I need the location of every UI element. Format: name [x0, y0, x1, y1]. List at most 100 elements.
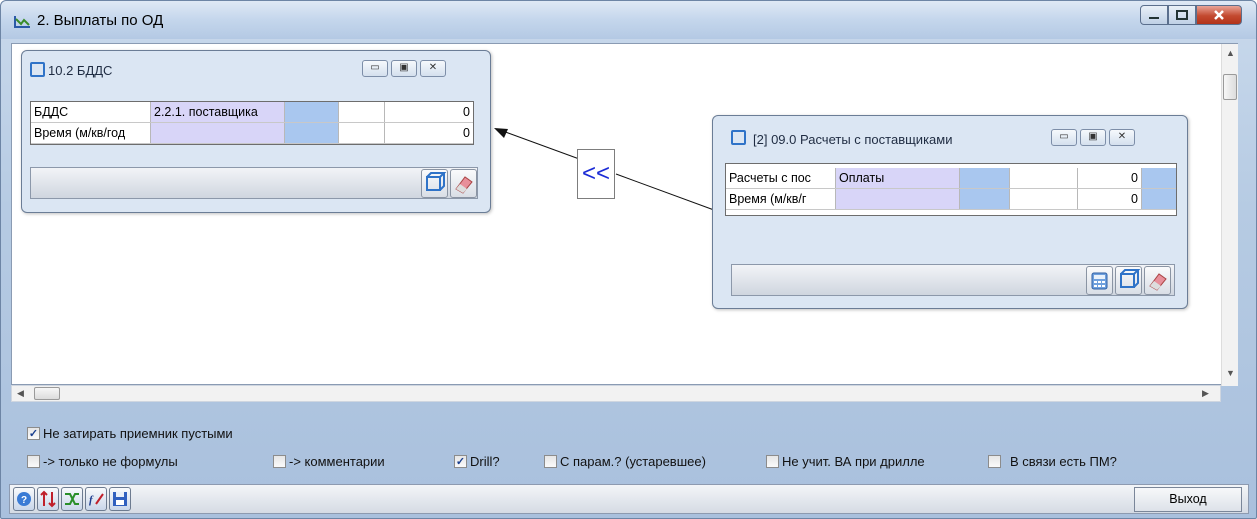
- checkbox-checked[interactable]: ✓: [454, 455, 467, 468]
- row-blue-cell[interactable]: [960, 168, 1010, 188]
- vertical-scrollbar[interactable]: ▲ ▼: [1221, 44, 1238, 386]
- row-value[interactable]: 2.2.1. поставщика: [151, 102, 285, 122]
- checkbox[interactable]: [766, 455, 779, 468]
- table-row: Время (м/кв/год 0: [31, 123, 473, 144]
- shuffle-icon: [65, 493, 79, 505]
- save-button[interactable]: [109, 487, 131, 511]
- subwindow-controls: ▭ ▣ ✕: [1051, 129, 1135, 146]
- cube-icon: [426, 172, 447, 191]
- horizontal-scroll-thumb[interactable]: [34, 387, 60, 400]
- subwindow-title: 10.2 БДДС: [48, 63, 113, 78]
- checkbox[interactable]: [273, 455, 286, 468]
- row-blue-cell[interactable]: [285, 123, 339, 143]
- option-label: -> только не формулы: [43, 454, 178, 469]
- subwindow-minimize-button[interactable]: ▭: [1051, 129, 1077, 146]
- save-icon: [113, 492, 127, 506]
- table-row: Расчеты с пос Оплаты 0: [726, 168, 1176, 189]
- formula-icon: f: [89, 493, 104, 506]
- option-no-overwrite[interactable]: ✓ Не затирать приемник пустыми: [27, 426, 233, 441]
- sort-button[interactable]: [37, 487, 59, 511]
- row-empty-cell[interactable]: [339, 102, 385, 122]
- row-blue-cell[interactable]: [1142, 168, 1176, 188]
- subwindow-maximize-button[interactable]: ▣: [391, 60, 417, 77]
- vertical-scroll-thumb[interactable]: [1223, 74, 1237, 100]
- cube-button[interactable]: [1115, 266, 1142, 295]
- row-empty-cell[interactable]: [1010, 168, 1078, 188]
- row-label: Время (м/кв/год: [31, 123, 151, 143]
- close-button[interactable]: [1196, 5, 1242, 25]
- row-value[interactable]: [151, 123, 285, 143]
- row-value[interactable]: Оплаты: [836, 168, 960, 188]
- checkbox[interactable]: [988, 455, 1001, 468]
- cube-icon: [1120, 269, 1141, 288]
- row-value[interactable]: [836, 189, 960, 209]
- row-label: Расчеты с пос: [726, 168, 836, 188]
- suppliers-grid: Расчеты с пос Оплаты 0 Время (м/кв/г 0: [725, 163, 1177, 216]
- scroll-left-icon[interactable]: ◀: [17, 388, 24, 399]
- subwindow-bdds[interactable]: 10.2 БДДС ▭ ▣ ✕ БДДС 2.2.1. поставщика 0…: [21, 50, 491, 213]
- option-drill[interactable]: ✓ Drill?: [454, 454, 500, 469]
- row-amount[interactable]: 0: [1078, 168, 1142, 188]
- option-ignore-va[interactable]: Не учит. ВА при дрилле: [766, 454, 925, 469]
- maximize-button[interactable]: [1168, 5, 1196, 25]
- eraser-icon: [455, 176, 473, 194]
- checkbox[interactable]: [27, 455, 40, 468]
- cube-icon: [30, 62, 45, 77]
- row-amount[interactable]: 0: [385, 123, 473, 143]
- help-button[interactable]: ?: [13, 487, 35, 511]
- subwindow-maximize-button[interactable]: ▣: [1080, 129, 1106, 146]
- subwindow-controls: ▭ ▣ ✕: [362, 60, 446, 77]
- row-blue-cell[interactable]: [960, 189, 1010, 209]
- row-amount[interactable]: 0: [1078, 189, 1142, 209]
- main-window: 2. Выплаты по ОД ▲ ▼ ◀ ▶ 10.2 БДДС ▭ ▣ ✕…: [0, 0, 1257, 519]
- option-label: Не учит. ВА при дрилле: [782, 454, 925, 469]
- exit-button[interactable]: Выход: [1134, 487, 1242, 512]
- scroll-down-icon[interactable]: ▼: [1226, 368, 1235, 378]
- cube-icon: [731, 130, 746, 145]
- eraser-icon: [1149, 273, 1167, 291]
- checkbox[interactable]: [544, 455, 557, 468]
- minimize-button[interactable]: [1140, 5, 1168, 25]
- svg-text:?: ?: [21, 495, 27, 506]
- row-empty-cell[interactable]: [339, 123, 385, 143]
- row-empty-cell[interactable]: [1010, 189, 1078, 209]
- link-direction-button[interactable]: <<: [577, 149, 615, 199]
- eraser-button[interactable]: [1144, 266, 1171, 295]
- table-row: Время (м/кв/г 0: [726, 189, 1176, 210]
- row-amount[interactable]: 0: [385, 102, 473, 122]
- title-bar: 2. Выплаты по ОД: [1, 1, 1256, 39]
- subwindow-close-button[interactable]: ✕: [420, 60, 446, 77]
- close-icon: [1214, 10, 1224, 20]
- option-label: -> комментарии: [289, 454, 385, 469]
- horizontal-scrollbar[interactable]: ◀ ▶: [11, 385, 1221, 402]
- svg-text:f: f: [89, 494, 94, 506]
- option-label: В связи есть ПМ?: [1010, 454, 1117, 469]
- help-icon: ?: [17, 492, 31, 506]
- option-only-non-formulas[interactable]: -> только не формулы: [27, 454, 178, 469]
- row-label: БДДС: [31, 102, 151, 122]
- checkbox-checked[interactable]: ✓: [27, 427, 40, 440]
- eraser-button[interactable]: [450, 169, 477, 198]
- shuffle-button[interactable]: [61, 487, 83, 511]
- cube-button[interactable]: [421, 169, 448, 198]
- window-controls: [1140, 5, 1242, 25]
- subwindow-close-button[interactable]: ✕: [1109, 129, 1135, 146]
- subwindow-toolbar: [30, 167, 478, 199]
- maximize-icon: [1176, 10, 1188, 20]
- minimize-icon: [1149, 17, 1159, 19]
- row-blue-cell[interactable]: [285, 102, 339, 122]
- bottom-toolbar: ? f Выход: [9, 484, 1249, 514]
- formula-button[interactable]: f: [85, 487, 107, 511]
- subwindow-minimize-button[interactable]: ▭: [362, 60, 388, 77]
- option-label: С парам.? (устаревшее): [560, 454, 706, 469]
- scroll-right-icon[interactable]: ▶: [1202, 388, 1209, 399]
- option-label: Drill?: [470, 454, 500, 469]
- subwindow-suppliers[interactable]: [2] 09.0 Расчеты с поставщиками ▭ ▣ ✕ Ра…: [712, 115, 1188, 309]
- row-blue-cell[interactable]: [1142, 189, 1176, 209]
- option-has-pm[interactable]: В связи есть ПМ?: [988, 454, 1117, 469]
- option-with-params[interactable]: С парам.? (устаревшее): [544, 454, 706, 469]
- option-comments[interactable]: -> комментарии: [273, 454, 385, 469]
- sort-icon: [40, 490, 56, 508]
- scroll-up-icon[interactable]: ▲: [1226, 48, 1235, 58]
- calculator-button[interactable]: [1086, 266, 1113, 295]
